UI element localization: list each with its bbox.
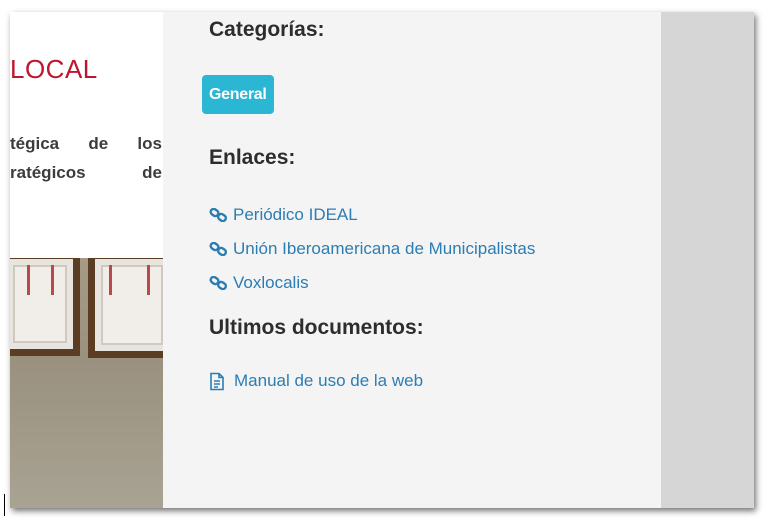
document-manual-de-uso[interactable]: Manual de uso de la web [209, 364, 423, 398]
intro-word: de [142, 163, 162, 182]
documents-list: Manual de uso de la web [209, 364, 423, 398]
link-union-iberoamericana[interactable]: Unión Iberoamericana de Municipalistas [209, 232, 535, 266]
document-label: Manual de uso de la web [234, 371, 424, 390]
link-label: Voxlocalis [233, 273, 309, 292]
link-label: Periódico IDEAL [233, 205, 358, 224]
category-tag-general[interactable]: General [202, 75, 274, 114]
links-heading: Enlaces: [209, 146, 296, 169]
text-cursor [4, 494, 5, 516]
link-periodico-ideal[interactable]: Periódico IDEAL [209, 198, 535, 232]
article-intro: tégica de los ratégicos de [10, 129, 162, 187]
photo-picture-frame [88, 258, 163, 358]
intro-word: tégica [10, 134, 60, 153]
article-photo [10, 258, 163, 508]
intro-line: ratégicos de [10, 158, 162, 187]
intro-word: los [137, 134, 162, 153]
link-icon [209, 241, 231, 257]
links-list: Periódico IDEAL Unión Iberoamericana de … [209, 198, 535, 300]
photo-picture-frame [10, 258, 80, 356]
document-icon [209, 371, 234, 391]
screenshot-frame: LOCAL tégica de los ratégicos de Categor… [10, 12, 754, 508]
sidebar: Categorías: General Enlaces: Periódico I… [163, 12, 661, 508]
article-title-fragment: LOCAL [10, 54, 98, 84]
link-voxlocalis[interactable]: Voxlocalis [209, 266, 535, 300]
article-column: LOCAL tégica de los ratégicos de [10, 12, 163, 508]
intro-line: tégica de los [10, 129, 162, 158]
documents-heading: Ultimos documentos: [209, 316, 424, 339]
link-icon [209, 207, 231, 223]
intro-word: de [88, 134, 109, 153]
intro-word: ratégicos [10, 163, 86, 182]
categories-heading: Categorías: [209, 18, 325, 41]
page-background-strip [661, 12, 754, 508]
link-icon [209, 275, 231, 291]
link-label: Unión Iberoamericana de Municipalistas [233, 239, 536, 258]
